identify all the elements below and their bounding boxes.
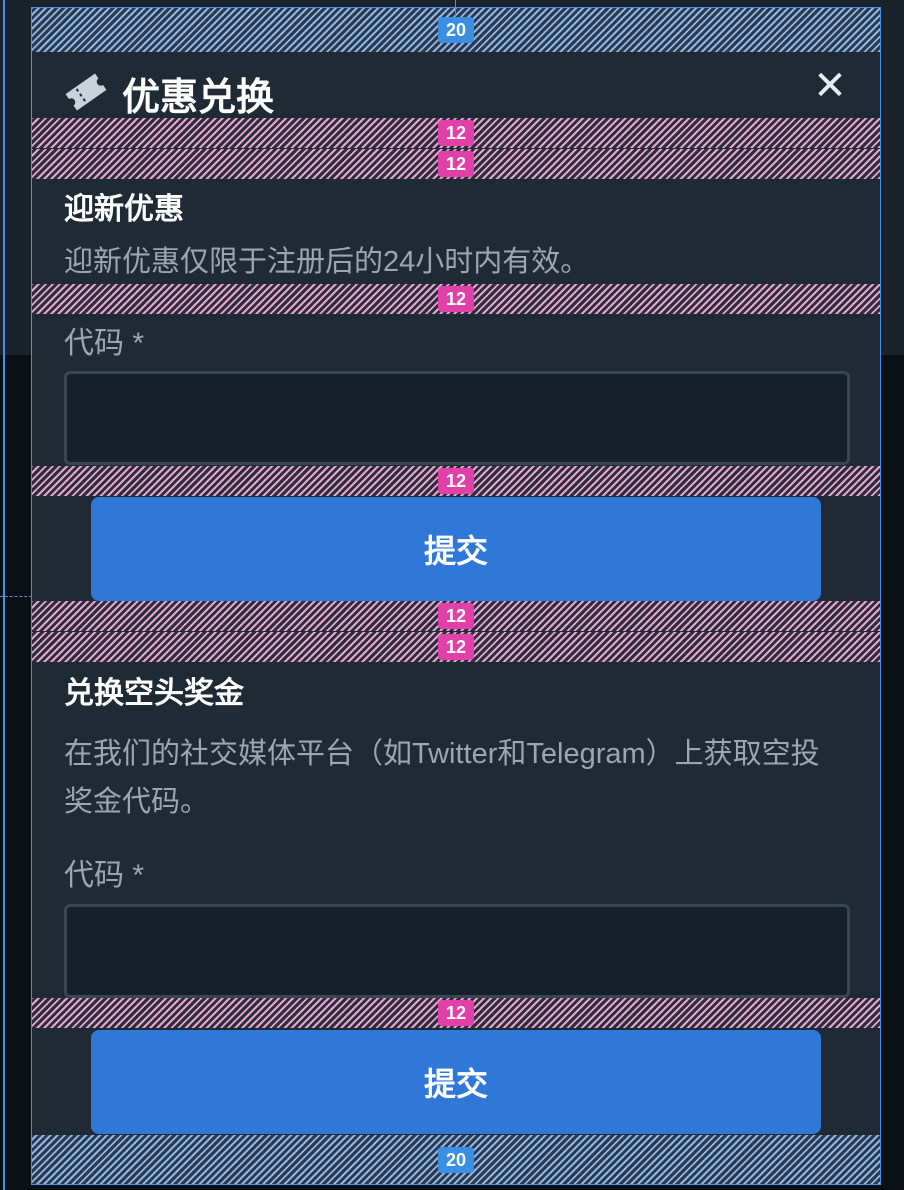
spacing-tag: 20 (437, 1146, 475, 1173)
spacing-tag: 12 (437, 120, 475, 146)
submit-promo-button[interactable]: 提交 (91, 497, 821, 601)
spacing-overlay: 12 (32, 466, 880, 496)
airdrop-code-input[interactable] (64, 904, 850, 998)
spacing-overlay-top: 20 (32, 8, 880, 52)
promo-code-input[interactable] (64, 371, 850, 465)
close-icon[interactable]: ✕ (810, 66, 850, 106)
promo-redeem-modal: 20 优惠兑换 ✕ 12 12 迎新优惠 迎新优惠仅限于注册后的24小时内有效。… (31, 7, 881, 1185)
spacing-tag: 12 (437, 286, 475, 312)
section-description: 迎新优惠仅限于注册后的24小时内有效。 (64, 246, 590, 278)
section-description: 在我们的社交媒体平台（如Twitter和Telegram）上获取空投奖金代码。 (64, 738, 820, 818)
spacing-tag: 12 (437, 1000, 475, 1026)
spacing-overlay: 12 (32, 118, 880, 148)
spacing-tag: 12 (437, 603, 475, 629)
ticket-icon (65, 73, 107, 111)
code-field-label: 代码 * (64, 859, 145, 892)
spacing-overlay-bottom: 20 (32, 1135, 880, 1184)
spacing-overlay: 12 (32, 998, 880, 1028)
spacing-tag: 12 (437, 151, 475, 177)
spacing-overlay: 12 (32, 601, 880, 631)
spacing-tag: 20 (437, 17, 475, 43)
spacing-tag: 12 (437, 634, 475, 660)
layout-guide-line (3, 0, 5, 1190)
section-title: 迎新优惠 (64, 193, 184, 226)
submit-airdrop-button[interactable]: 提交 (91, 1030, 821, 1134)
layout-guide-dash (0, 596, 32, 597)
spacing-overlay: 12 (32, 632, 880, 662)
spacing-tag: 12 (437, 468, 475, 494)
spacing-overlay: 12 (32, 149, 880, 179)
layout-guide-center (455, 0, 456, 20)
modal-title: 优惠兑换 (122, 77, 275, 119)
spacing-overlay: 12 (32, 284, 880, 314)
section-title: 兑换空头奖金 (64, 677, 244, 710)
modal-header: 优惠兑换 ✕ (32, 60, 880, 120)
code-field-label: 代码 * (64, 327, 145, 360)
